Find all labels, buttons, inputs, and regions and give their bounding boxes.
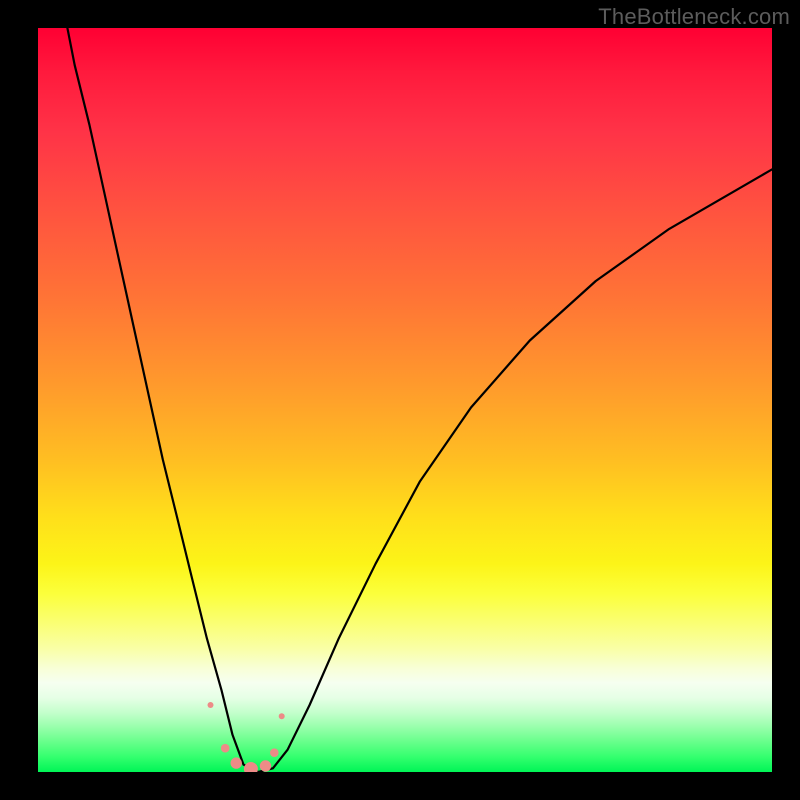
- curve-marker: [260, 760, 271, 771]
- curve-marker: [231, 757, 242, 768]
- curve-layer: [38, 28, 772, 772]
- bottleneck-curve: [67, 28, 772, 772]
- curve-marker: [221, 744, 230, 753]
- curve-marker: [279, 713, 285, 719]
- curve-marker: [270, 748, 279, 757]
- chart-frame: TheBottleneck.com: [0, 0, 800, 800]
- curve-marker: [208, 702, 214, 708]
- curve-marker: [244, 762, 258, 772]
- plot-area: [38, 28, 772, 772]
- curve-markers: [208, 702, 285, 772]
- watermark-label: TheBottleneck.com: [598, 4, 790, 30]
